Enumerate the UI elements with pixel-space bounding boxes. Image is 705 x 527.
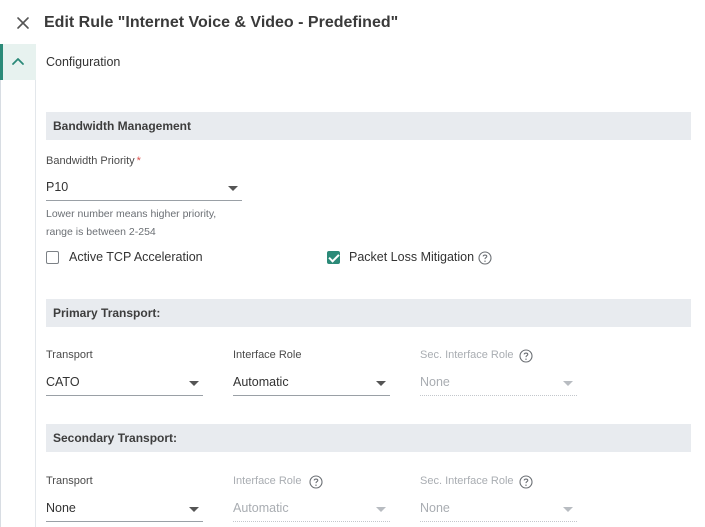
bandwidth-priority-value: P10: [46, 180, 69, 194]
secondary-transport-label: Transport: [46, 475, 93, 487]
bandwidth-priority-select[interactable]: P10: [46, 177, 242, 201]
caret-down-icon: [189, 507, 199, 512]
primary-transport-value: CATO: [46, 375, 80, 389]
primary-role-select[interactable]: Automatic: [233, 372, 390, 396]
help-icon[interactable]: [519, 475, 533, 489]
primary-sec-role-value: None: [420, 375, 450, 389]
secondary-transport-header: Secondary Transport:: [46, 424, 691, 452]
tcp-acceleration-label[interactable]: Active TCP Acceleration: [69, 250, 203, 264]
caret-down-icon: [563, 381, 573, 386]
bandwidth-management-header: Bandwidth Management: [46, 112, 691, 140]
help-icon[interactable]: [309, 475, 323, 489]
bandwidth-priority-help: Lower number means higher priority, rang…: [46, 208, 217, 238]
caret-down-icon: [376, 507, 386, 512]
caret-down-icon: [189, 381, 199, 386]
tcp-acceleration-checkbox[interactable]: [46, 251, 59, 264]
close-icon[interactable]: [14, 14, 32, 32]
section-title: Configuration: [46, 55, 121, 69]
secondary-transport-select[interactable]: None: [46, 498, 203, 522]
secondary-transport-value: None: [46, 501, 76, 515]
primary-transport-header: Primary Transport:: [46, 299, 691, 327]
packet-loss-checkbox[interactable]: [327, 251, 340, 264]
bandwidth-priority-label: Bandwidth Priority *: [46, 155, 141, 167]
collapse-section-button[interactable]: [0, 44, 36, 80]
primary-sec-role-label: Sec. Interface Role: [420, 349, 514, 361]
primary-transport-heading: Primary Transport:: [53, 306, 161, 320]
caret-down-icon: [228, 186, 238, 191]
section-rail: [0, 44, 36, 527]
secondary-role-label: Interface Role: [233, 475, 302, 487]
chevron-up-icon: [12, 58, 24, 65]
primary-sec-role-select: None: [420, 372, 577, 396]
required-mark: *: [136, 155, 141, 167]
primary-role-value: Automatic: [233, 375, 289, 389]
primary-role-label: Interface Role: [233, 349, 302, 361]
secondary-sec-role-value: None: [420, 501, 450, 515]
help-icon[interactable]: [478, 251, 492, 265]
page-title: Edit Rule "Internet Voice & Video - Pred…: [44, 14, 399, 31]
secondary-sec-role-label: Sec. Interface Role: [420, 475, 514, 487]
packet-loss-label[interactable]: Packet Loss Mitigation: [349, 250, 474, 264]
secondary-sec-role-select: None: [420, 498, 577, 522]
caret-down-icon: [563, 507, 573, 512]
secondary-transport-heading: Secondary Transport:: [53, 431, 178, 445]
help-icon[interactable]: [519, 349, 533, 363]
secondary-role-select: Automatic: [233, 498, 390, 522]
caret-down-icon: [376, 381, 386, 386]
bandwidth-management-heading: Bandwidth Management: [53, 119, 192, 133]
primary-transport-select[interactable]: CATO: [46, 372, 203, 396]
primary-transport-label: Transport: [46, 349, 93, 361]
secondary-role-value: Automatic: [233, 501, 289, 515]
